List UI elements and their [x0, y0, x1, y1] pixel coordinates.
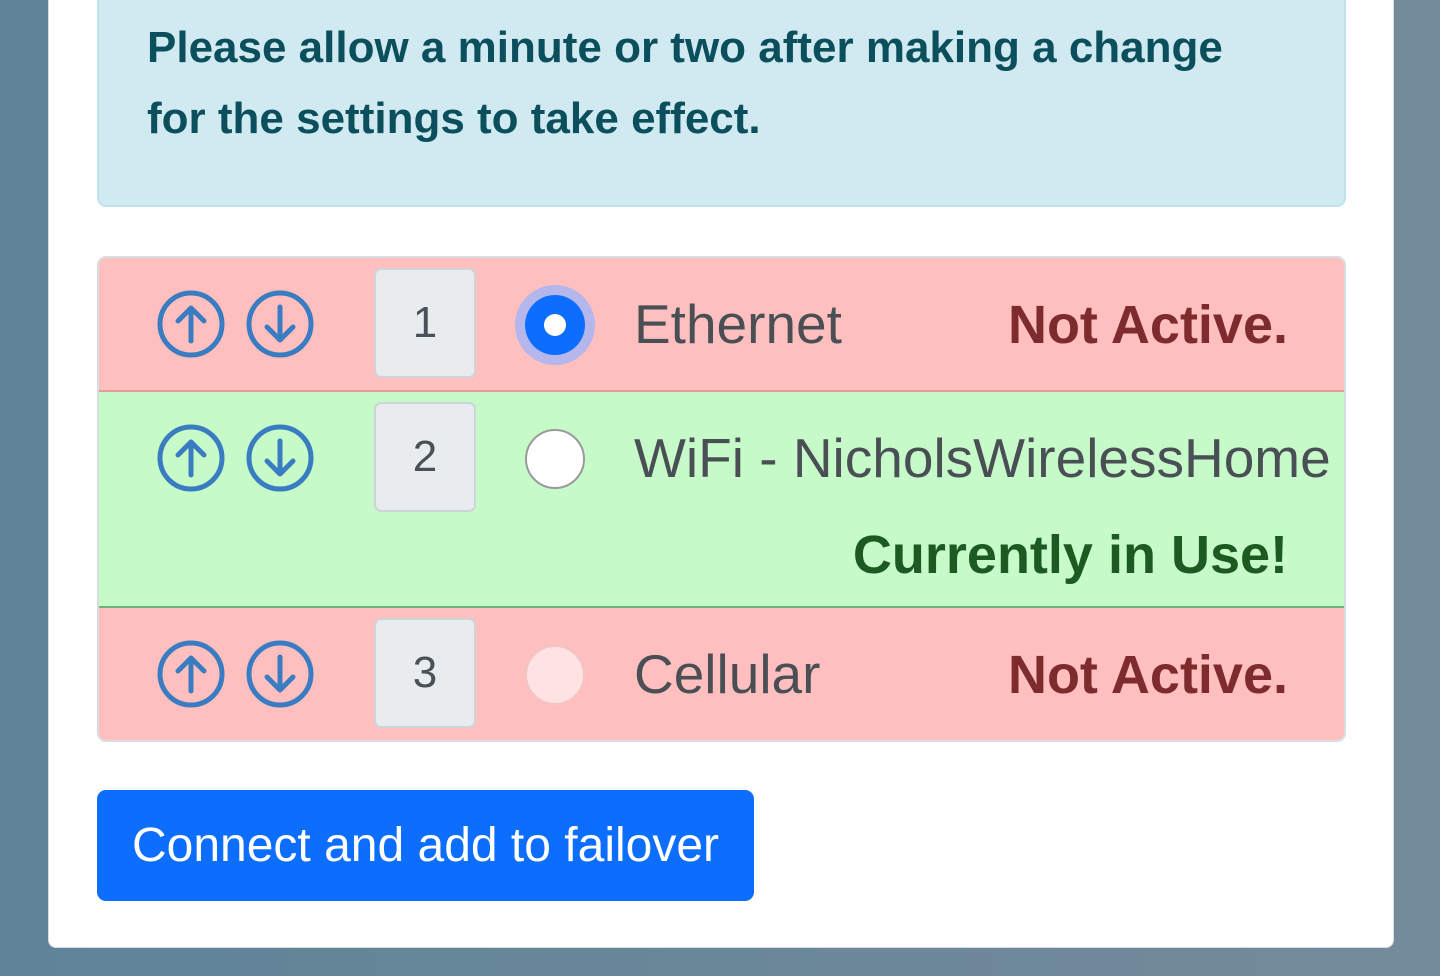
priority-number: 2 — [374, 402, 476, 512]
connection-name: WiFi - NicholsWirelessHome — [634, 427, 1331, 489]
arrow-down-circle-icon[interactable] — [245, 639, 315, 709]
info-alert: Please allow a minute or two after makin… — [97, 0, 1346, 207]
arrow-down-circle-icon[interactable] — [245, 423, 315, 493]
arrow-up-circle-icon[interactable] — [156, 289, 226, 359]
connection-row-cellular: 3 Cellular Not Active. — [99, 608, 1344, 740]
connection-name: Ethernet — [634, 293, 842, 355]
arrow-up-circle-icon[interactable] — [156, 639, 226, 709]
arrow-up-circle-icon[interactable] — [156, 423, 226, 493]
connection-radio-cellular[interactable] — [525, 645, 585, 705]
priority-number: 3 — [374, 618, 476, 728]
connection-status: Not Active. — [1007, 645, 1288, 705]
connect-and-add-to-failover-button[interactable]: Connect and add to failover — [97, 790, 754, 901]
connection-row-wifi: 2 WiFi - NicholsWirelessHome Currently i… — [99, 392, 1344, 608]
connection-row-ethernet: 1 Ethernet Not Active. — [99, 258, 1344, 392]
info-alert-text: Please allow a minute or two after makin… — [147, 23, 1223, 143]
connection-radio-ethernet[interactable] — [515, 285, 595, 365]
connection-radio-wifi[interactable] — [525, 429, 585, 489]
priority-number: 1 — [374, 268, 476, 378]
failover-connection-list: 1 Ethernet Not Active. 2 WiFi - NicholsW… — [97, 256, 1346, 742]
connection-status: Not Active. — [1007, 295, 1288, 355]
connection-status: Currently in Use! — [852, 525, 1288, 585]
connection-name: Cellular — [634, 643, 821, 705]
arrow-down-circle-icon[interactable] — [245, 289, 315, 359]
